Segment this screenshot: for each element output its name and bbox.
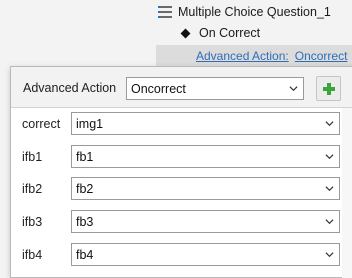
param-row-ifb2: ifb2 fb2 [11, 174, 352, 205]
param-name: ifb2 [22, 182, 43, 196]
tree-item-question[interactable]: Multiple Choice Question_1 [158, 3, 331, 21]
param-select[interactable]: fb4 [71, 243, 340, 266]
param-name: ifb3 [22, 215, 43, 229]
advanced-action-link[interactable]: Advanced Action: [196, 49, 289, 63]
param-select[interactable]: fb3 [71, 210, 340, 233]
param-select-value: fb1 [76, 149, 94, 164]
param-select[interactable]: img1 [71, 112, 340, 135]
advanced-action-value-link[interactable]: Oncorrect [295, 49, 348, 63]
advanced-action-popup: Advanced Action Oncorrect correct img1 i… [10, 66, 352, 278]
tree-item-on-correct[interactable]: On Correct [178, 24, 260, 42]
add-action-button[interactable] [316, 76, 341, 101]
popup-header: Advanced Action Oncorrect [11, 67, 352, 108]
param-select-value: fb2 [76, 181, 94, 196]
chevron-down-icon [325, 219, 334, 225]
param-select[interactable]: fb2 [71, 177, 340, 200]
chevron-down-icon [325, 252, 334, 258]
chevron-down-icon [325, 121, 334, 127]
advanced-action-select-value: Oncorrect [131, 81, 186, 96]
param-name: correct [22, 117, 61, 131]
list-icon [158, 5, 174, 19]
param-row-ifb4: ifb4 fb4 [11, 240, 352, 271]
popup-scrollbar[interactable] [342, 108, 352, 278]
param-row-correct: correct img1 [11, 109, 352, 140]
chevron-down-icon [325, 186, 334, 192]
advanced-action-label: Advanced Action [23, 81, 117, 95]
param-row-ifb1: ifb1 fb1 [11, 142, 352, 173]
chevron-down-icon [289, 86, 298, 92]
param-select-value: fb3 [76, 214, 94, 229]
diamond-icon [180, 28, 191, 38]
param-name: ifb1 [22, 150, 43, 164]
param-select-value: img1 [76, 116, 104, 131]
tree-item-on-correct-label: On Correct [199, 26, 261, 40]
chevron-down-icon [325, 154, 334, 160]
param-select-value: fb4 [76, 247, 94, 262]
tree-item-question-label: Multiple Choice Question_1 [178, 5, 331, 19]
param-row-ifb3: ifb3 fb3 [11, 207, 352, 238]
tree-item-advanced-action[interactable]: Advanced Action: Oncorrect [156, 45, 352, 67]
param-name: ifb4 [22, 248, 43, 262]
param-select[interactable]: fb1 [71, 145, 340, 168]
advanced-action-select[interactable]: Oncorrect [126, 77, 304, 100]
